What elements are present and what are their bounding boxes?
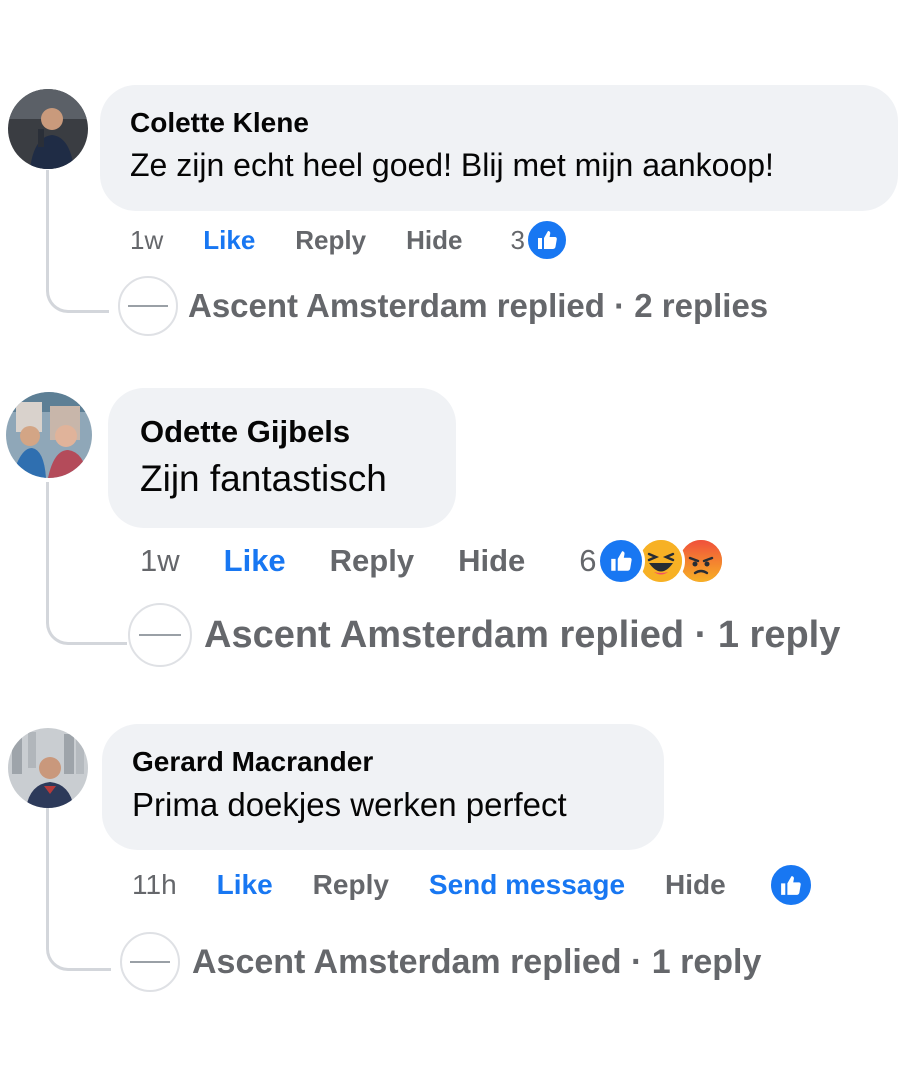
avatar-photo [8,728,88,808]
view-replies-link[interactable]: Ascent Amsterdam replied · 2 replies [118,276,768,336]
comment-bubble: Gerard Macrander Prima doekjes werken pe… [102,724,664,850]
comment-text: Ze zijn echt heel goed! Blij met mijn aa… [130,147,774,183]
comment-bubble: Colette Klene Ze zijn echt heel goed! Bl… [100,85,898,211]
like-icon [596,537,645,585]
replies-summary: Ascent Amsterdam replied · 1 reply [192,942,762,981]
reply-button[interactable]: Reply [313,869,389,901]
send-message-button[interactable]: Send message [429,869,625,901]
avatar[interactable] [6,392,92,478]
comments-section: Colette Klene Ze zijn echt heel goed! Bl… [0,0,900,1080]
reaction-summary[interactable]: 3 [510,218,569,262]
replies-summary: Ascent Amsterdam replied · 1 reply [204,613,841,656]
thread-line [46,808,111,971]
hide-button[interactable]: Hide [665,869,726,901]
like-button[interactable]: Like [224,543,286,579]
avatar-photo [8,89,88,169]
replies-summary: Ascent Amsterdam replied · 2 replies [188,287,769,324]
comment-actions: 1w Like Reply Hide 6 [140,536,725,586]
like-button[interactable]: Like [217,869,273,901]
page-avatar [128,603,192,667]
comment-timestamp[interactable]: 11h [132,869,177,901]
hide-button[interactable]: Hide [458,543,525,579]
reply-button[interactable]: Reply [330,543,414,579]
thread-line [46,170,109,313]
avatar[interactable] [8,89,88,169]
comment-actions: 11h Like Reply Send message Hide [132,862,814,908]
comment-text: Zijn fantastisch [140,458,387,499]
like-icon [767,862,814,908]
page-avatar [120,932,180,992]
comment-bubble: Odette Gijbels Zijn fantastisch [108,388,456,528]
reaction-count: 6 [579,543,597,578]
view-replies-link[interactable]: Ascent Amsterdam replied · 1 reply [128,603,840,667]
view-replies-link[interactable]: Ascent Amsterdam replied · 1 reply [120,932,761,992]
reaction-summary[interactable]: 6 [579,537,725,585]
comment-text: Prima doekjes werken perfect [132,786,567,823]
reply-button[interactable]: Reply [295,225,366,256]
page-avatar [118,276,178,336]
avatar-photo [6,392,92,478]
comment-author[interactable]: Odette Gijbels [140,414,350,450]
hide-button[interactable]: Hide [406,225,462,256]
comment-actions: 1w Like Reply Hide 3 [130,218,569,262]
like-icon [524,218,569,262]
comment-author[interactable]: Colette Klene [130,107,309,139]
reaction-summary[interactable] [767,862,814,908]
comment-timestamp[interactable]: 1w [130,225,163,256]
avatar[interactable] [8,728,88,808]
reaction-count: 3 [510,224,525,255]
comment-author[interactable]: Gerard Macrander [132,746,373,778]
comment-timestamp[interactable]: 1w [140,543,180,579]
like-button[interactable]: Like [203,225,255,256]
